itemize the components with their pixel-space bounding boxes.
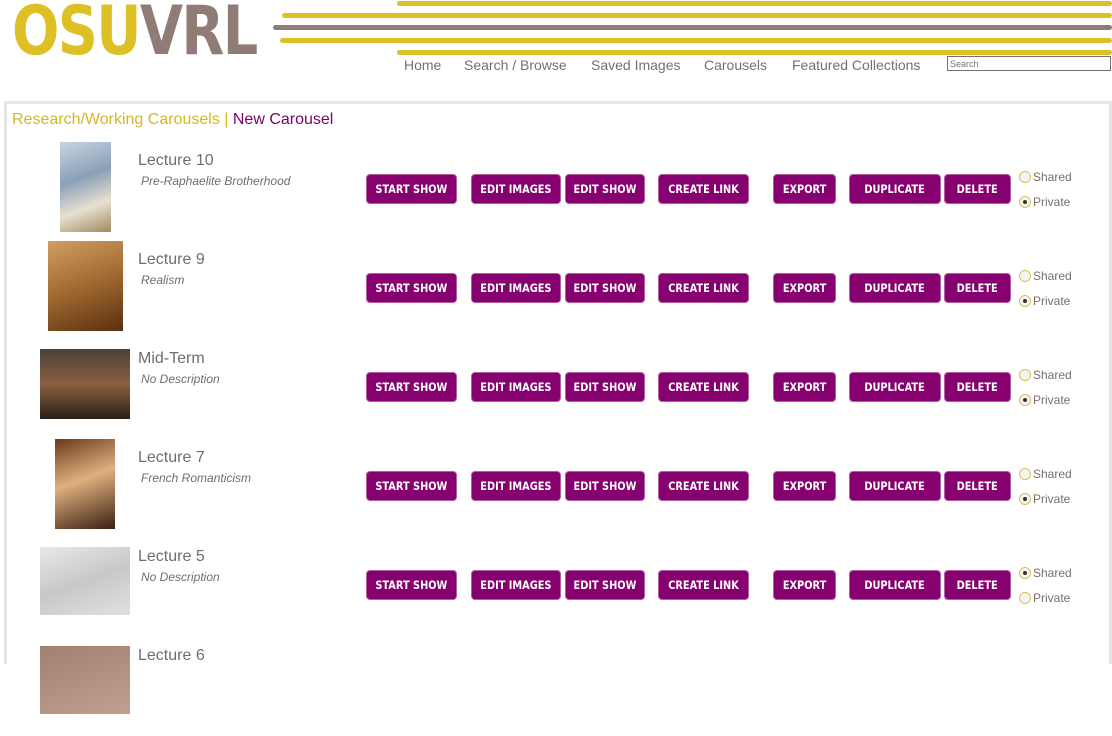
decor-stripe — [282, 13, 1112, 18]
edit-images-button[interactable]: EDIT IMAGES — [471, 372, 561, 402]
delete-button[interactable]: DELETE — [944, 372, 1011, 402]
start-button[interactable]: START SHOW — [366, 471, 457, 501]
edit-images-button[interactable]: EDIT IMAGES — [471, 471, 561, 501]
carousel-title: Lecture 6 — [138, 647, 205, 664]
nav-saved-images[interactable]: Saved Images — [591, 57, 681, 73]
nav-featured-collections[interactable]: Featured Collections — [792, 57, 920, 73]
decor-stripe — [280, 38, 1112, 43]
duplicate-button[interactable]: DUPLICATE — [849, 471, 941, 501]
shared-radio[interactable]: Shared — [1019, 566, 1072, 580]
delete-button[interactable]: DELETE — [944, 174, 1011, 204]
radio-icon[interactable] — [1019, 196, 1031, 208]
new-carousel-link[interactable]: New Carousel — [233, 111, 333, 128]
radio-icon[interactable] — [1019, 171, 1031, 183]
carousel-title: Lecture 7 — [138, 449, 205, 466]
duplicate-button[interactable]: DUPLICATE — [849, 273, 941, 303]
start-button[interactable]: START SHOW — [366, 570, 457, 600]
decor-stripe — [397, 50, 1112, 55]
carousel-thumbnail[interactable] — [60, 142, 111, 232]
export-button[interactable]: EXPORT — [773, 471, 836, 501]
breadcrumb: Research/Working Carousels | New Carouse… — [12, 111, 334, 128]
private-radio[interactable]: Private — [1019, 492, 1070, 506]
create-link-button[interactable]: CREATE LINK — [658, 570, 749, 600]
radio-icon[interactable] — [1019, 592, 1031, 604]
shared-radio[interactable]: Shared — [1019, 269, 1072, 283]
radio-icon[interactable] — [1019, 295, 1031, 307]
delete-button[interactable]: DELETE — [944, 570, 1011, 600]
carousel-row: Lecture 9 Realism START SHOW EDIT IMAGES ED… — [0, 241, 1112, 340]
radio-icon[interactable] — [1019, 468, 1031, 480]
export-button[interactable]: EXPORT — [773, 273, 836, 303]
private-radio[interactable]: Private — [1019, 393, 1070, 407]
carousel-title: Lecture 5 — [138, 548, 205, 565]
carousel-description: Pre-Raphaelite Brotherhood — [141, 174, 291, 188]
start-button[interactable]: START SHOW — [366, 273, 457, 303]
carousel-thumbnail[interactable] — [40, 646, 130, 714]
edit-images-button[interactable]: EDIT IMAGES — [471, 174, 561, 204]
carousel-row: Mid-Term No Description START SHOW EDIT IM… — [0, 340, 1112, 439]
carousel-title: Lecture 9 — [138, 251, 205, 268]
carousel-title: Lecture 10 — [138, 152, 214, 169]
carousel-row: Lecture 10 Pre-Raphaelite Brotherhood STA… — [0, 142, 1112, 241]
logo[interactable]: OSUVRL — [12, 0, 258, 71]
carousel-row: Lecture 5 No Description START SHOW EDIT I… — [0, 538, 1112, 637]
shared-radio[interactable]: Shared — [1019, 170, 1072, 184]
carousel-description: Realism — [141, 273, 185, 287]
export-button[interactable]: EXPORT — [773, 372, 836, 402]
carousel-thumbnail[interactable] — [40, 349, 130, 419]
create-link-button[interactable]: CREATE LINK — [658, 471, 749, 501]
carousel-row: Lecture 6 — [0, 637, 1112, 736]
edit-show-button[interactable]: EDIT SHOW — [565, 174, 645, 204]
carousel-thumbnail[interactable] — [40, 547, 130, 615]
shared-radio[interactable]: Shared — [1019, 368, 1072, 382]
delete-button[interactable]: DELETE — [944, 273, 1011, 303]
edit-show-button[interactable]: EDIT SHOW — [565, 372, 645, 402]
edit-images-button[interactable]: EDIT IMAGES — [471, 273, 561, 303]
start-button[interactable]: START SHOW — [366, 174, 457, 204]
start-button[interactable]: START SHOW — [366, 372, 457, 402]
export-button[interactable]: EXPORT — [773, 570, 836, 600]
carousel-title: Mid-Term — [138, 350, 205, 367]
carousel-description: French Romanticism — [141, 471, 252, 485]
breadcrumb-parent[interactable]: Research/Working Carousels — [12, 111, 220, 128]
radio-icon[interactable] — [1019, 270, 1031, 282]
carousel-thumbnail[interactable] — [55, 439, 115, 529]
decor-stripe — [397, 1, 1112, 6]
delete-button[interactable]: DELETE — [944, 471, 1011, 501]
nav-search-browse[interactable]: Search / Browse — [464, 57, 567, 73]
edit-show-button[interactable]: EDIT SHOW — [565, 570, 645, 600]
private-radio[interactable]: Private — [1019, 294, 1070, 308]
export-button[interactable]: EXPORT — [773, 174, 836, 204]
edit-show-button[interactable]: EDIT SHOW — [565, 273, 645, 303]
search-input[interactable] — [947, 56, 1111, 71]
radio-icon[interactable] — [1019, 369, 1031, 381]
edit-images-button[interactable]: EDIT IMAGES — [471, 570, 561, 600]
nav-carousels[interactable]: Carousels — [704, 57, 767, 73]
create-link-button[interactable]: CREATE LINK — [658, 174, 749, 204]
create-link-button[interactable]: CREATE LINK — [658, 273, 749, 303]
radio-icon[interactable] — [1019, 394, 1031, 406]
decor-stripe — [273, 25, 1112, 30]
nav-home[interactable]: Home — [404, 57, 441, 73]
radio-icon[interactable] — [1019, 567, 1031, 579]
shared-radio[interactable]: Shared — [1019, 467, 1072, 481]
private-radio[interactable]: Private — [1019, 195, 1070, 209]
duplicate-button[interactable]: DUPLICATE — [849, 570, 941, 600]
carousel-thumbnail[interactable] — [48, 241, 123, 331]
radio-icon[interactable] — [1019, 493, 1031, 505]
private-radio[interactable]: Private — [1019, 591, 1070, 605]
carousel-row: Lecture 7 French Romanticism START SHOW ED… — [0, 439, 1112, 538]
create-link-button[interactable]: CREATE LINK — [658, 372, 749, 402]
duplicate-button[interactable]: DUPLICATE — [849, 174, 941, 204]
duplicate-button[interactable]: DUPLICATE — [849, 372, 941, 402]
carousel-description: No Description — [141, 570, 220, 584]
edit-show-button[interactable]: EDIT SHOW — [565, 471, 645, 501]
carousel-description: No Description — [141, 372, 220, 386]
